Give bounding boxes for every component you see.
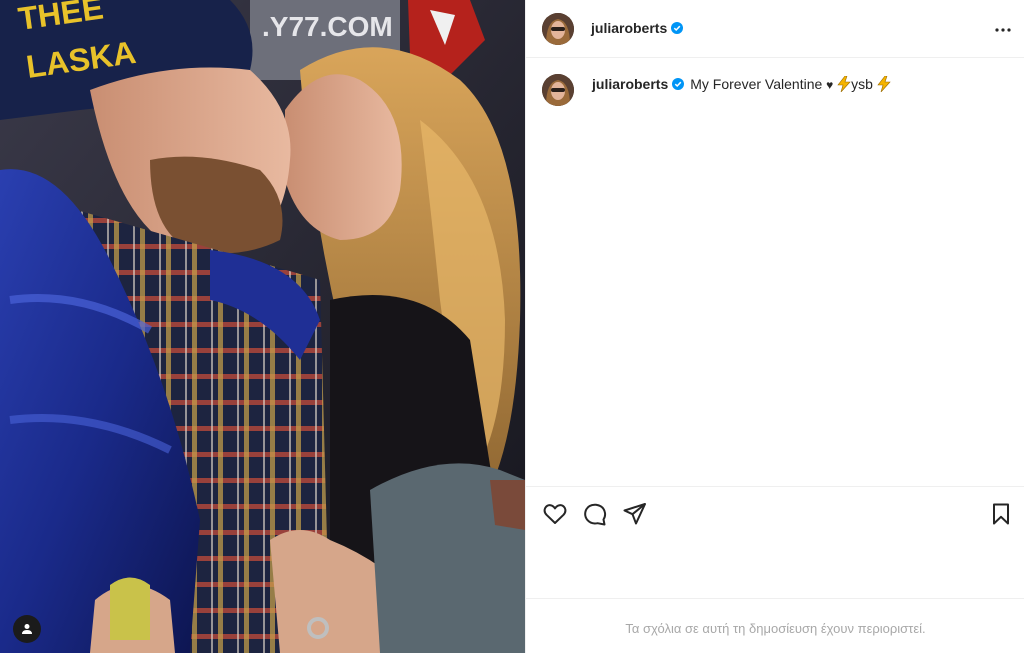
caption: juliaroberts My Forever Valentine ♥ ysb — [526, 66, 1024, 116]
post-side-panel: juliaroberts juliaroberts My Forever Val… — [525, 0, 1024, 653]
person-icon — [22, 624, 32, 634]
like-button[interactable] — [542, 501, 568, 527]
share-icon — [623, 503, 646, 525]
comments-restricted-notice: Τα σχόλια σε αυτή τη δημοσίευση έχουν πε… — [625, 621, 926, 636]
caption-text-mid: ysb — [851, 76, 873, 92]
caption-heart: ♥ — [826, 78, 834, 92]
post-photo: .Y77.COM THEE LASKA — [0, 0, 525, 653]
caption-avatar[interactable] — [542, 74, 574, 106]
bookmark-icon — [993, 503, 1009, 525]
avatar[interactable] — [542, 13, 574, 45]
caption-text-before: My Forever Valentine — [690, 76, 827, 92]
post-header: juliaroberts — [526, 0, 1024, 58]
comment-button[interactable] — [582, 501, 608, 527]
caption-body: My Forever Valentine ♥ ysb — [690, 76, 891, 92]
avatar-image — [542, 74, 574, 106]
lightning-emoji-icon — [837, 76, 851, 92]
post-image[interactable]: .Y77.COM THEE LASKA — [0, 0, 525, 653]
more-horizontal-icon — [995, 28, 1011, 32]
verified-badge-icon — [672, 78, 685, 90]
comments-footer: Τα σχόλια σε αυτή τη δημοσίευση έχουν πε… — [526, 598, 1024, 653]
avatar-image — [542, 13, 574, 45]
header-username[interactable]: juliaroberts — [591, 20, 684, 36]
comment-icon — [584, 503, 607, 526]
sign-text: .Y77.COM — [262, 11, 393, 42]
verified-badge-icon — [671, 22, 684, 34]
heart-icon — [543, 504, 567, 524]
share-button[interactable] — [622, 501, 648, 527]
save-button[interactable] — [988, 501, 1014, 527]
more-options-button[interactable] — [991, 18, 1015, 42]
caption-text: juliaroberts My Forever Valentine ♥ ysb — [592, 76, 891, 92]
caption-username[interactable]: juliaroberts — [592, 76, 668, 92]
lightning-emoji-icon — [877, 76, 891, 92]
action-bar — [526, 486, 1024, 542]
tagged-users-button[interactable] — [13, 615, 41, 643]
username-text[interactable]: juliaroberts — [591, 20, 667, 36]
